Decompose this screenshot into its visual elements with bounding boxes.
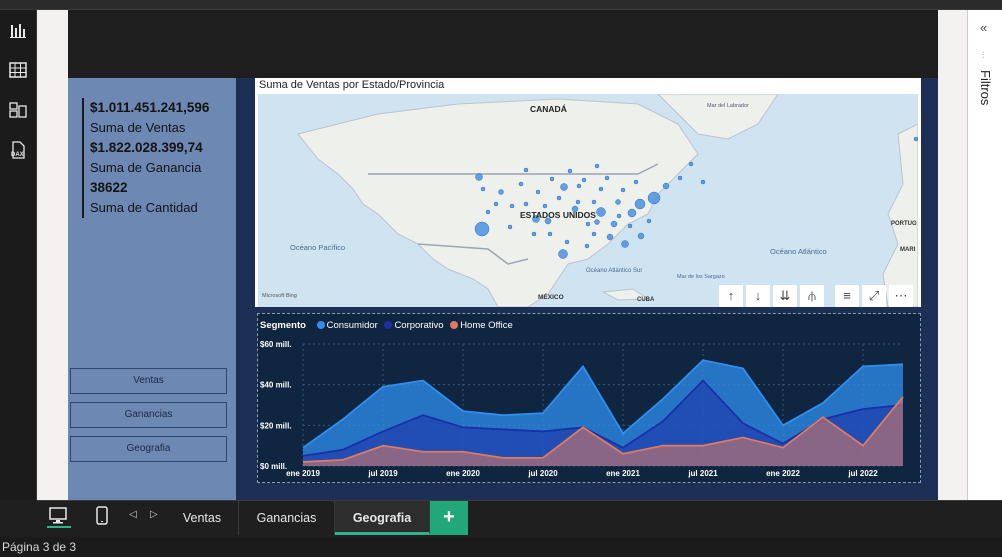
tab-geografia[interactable]: Geografia: [335, 501, 430, 535]
map-label-portugal: PORTUG: [891, 221, 917, 227]
model-view-icon[interactable]: [8, 100, 28, 120]
kpi-quantity-value: 38622: [90, 180, 128, 195]
x-tick-label: ene 2022: [766, 469, 800, 478]
collapse-chevron-icon[interactable]: «: [980, 20, 987, 35]
x-tick-label: ene 2021: [606, 469, 640, 478]
y-tick-label: $40 mill.: [260, 381, 292, 390]
scroll-right-icon[interactable]: ▷: [150, 509, 158, 520]
report-view-icon[interactable]: [8, 20, 28, 40]
bing-attribution: Microsoft Bing: [262, 293, 297, 299]
kpi-profit-label: Suma de Ganancia: [90, 160, 202, 175]
kpi-card: $1.011.451.241,596 Suma de Ventas $1.822…: [82, 98, 209, 218]
svg-text:DAX: DAX: [11, 152, 24, 158]
segment-area-chart[interactable]: Segmento Consumidor Corporativo Home Off…: [257, 313, 921, 483]
map-label-sargazo: Mar de los Sargazo: [677, 274, 725, 280]
y-tick-label: $0 mill.: [260, 462, 287, 471]
map-label-cuba: CUBA: [637, 297, 655, 303]
kpi-panel: $1.011.451.241,596 Suma de Ventas $1.822…: [68, 78, 236, 500]
kpi-sales-label: Suma de Ventas: [90, 120, 186, 135]
filters-pane-title: Filtros: [978, 70, 993, 106]
tab-ventas[interactable]: Ventas: [166, 501, 239, 535]
add-page-button[interactable]: +: [430, 501, 468, 535]
map-title: Suma de Ventas por Estado/Provincia: [259, 79, 445, 91]
x-tick-label: jul 2019: [367, 469, 398, 478]
x-tick-label: jul 2021: [687, 469, 718, 478]
hierarchy-icon[interactable]: ⫛: [800, 285, 824, 307]
report-page: $1.011.451.241,596 Suma de Ventas $1.822…: [68, 10, 938, 500]
kpi-sales-value: $1.011.451.241,596: [90, 100, 210, 115]
filter-icon[interactable]: ≡: [835, 285, 859, 307]
map-canvas[interactable]: CANADÁ Mar del Labrador ESTADOS UNIDOS O…: [258, 94, 918, 307]
map-label-atlantico: Océano Atlántico: [770, 247, 827, 256]
desktop-layout-icon[interactable]: [47, 506, 71, 528]
map-label-pacifico: Océano Pacífico: [290, 243, 345, 252]
dax-query-view-icon[interactable]: DAX: [8, 140, 28, 160]
filters-pane[interactable]: « ⫶ Filtros: [967, 10, 1002, 500]
filter-pane-icon: ⫶: [982, 50, 985, 60]
nav-button-geografia[interactable]: Geografia: [70, 436, 227, 462]
nav-button-ventas[interactable]: Ventas: [70, 368, 227, 394]
focus-mode-icon[interactable]: ⤢: [862, 285, 886, 307]
kpi-quantity-label: Suma de Cantidad: [90, 200, 198, 215]
mobile-layout-icon[interactable]: [95, 506, 109, 531]
more-options-icon[interactable]: ⋯: [889, 285, 913, 307]
page-tab-bar: ◁ ▷ Ventas Ganancias Geografia +: [37, 500, 1002, 536]
area-chart-plot[interactable]: $0 mill. $20 mill. $40 mill. $60 mill. ene 2…: [258, 314, 920, 482]
x-tick-label: jul 2020: [527, 469, 558, 478]
map-label-atlantico-sur: Océano Atlántico Sur: [586, 268, 642, 274]
map-label-mexico: MÉXICO: [538, 292, 564, 301]
double-arrow-down-icon[interactable]: ⇊: [773, 285, 797, 307]
status-bar: Página 3 de 3: [0, 537, 1002, 557]
kpi-profit-value: $1.822.028.399,74: [90, 140, 203, 155]
table-view-icon[interactable]: [8, 60, 28, 80]
map-label-mar: MARI: [900, 247, 916, 253]
x-tick-label: jul 2022: [847, 469, 878, 478]
x-tick-label: ene 2019: [286, 469, 320, 478]
page-header-band: [68, 10, 938, 78]
arrow-up-icon[interactable]: ↑: [719, 285, 743, 307]
arrow-down-icon[interactable]: ↓: [746, 285, 770, 307]
map-label-canada: CANADÁ: [530, 104, 567, 114]
view-switcher-rail: DAX: [0, 10, 37, 500]
tab-ganancias[interactable]: Ganancias: [239, 501, 335, 535]
x-tick-label: ene 2020: [446, 469, 480, 478]
map-label-labrador: Mar del Labrador: [707, 103, 749, 109]
y-tick-label: $60 mill.: [260, 340, 292, 349]
nav-button-ganancias[interactable]: Ganancias: [70, 402, 227, 428]
window-top-bar: [0, 0, 1002, 10]
map-visual[interactable]: Suma de Ventas por Estado/Provincia CANA…: [255, 78, 921, 307]
map-label-usa: ESTADOS UNIDOS: [520, 210, 596, 220]
scroll-left-icon[interactable]: ◁: [129, 509, 137, 520]
y-tick-label: $20 mill.: [260, 421, 292, 430]
